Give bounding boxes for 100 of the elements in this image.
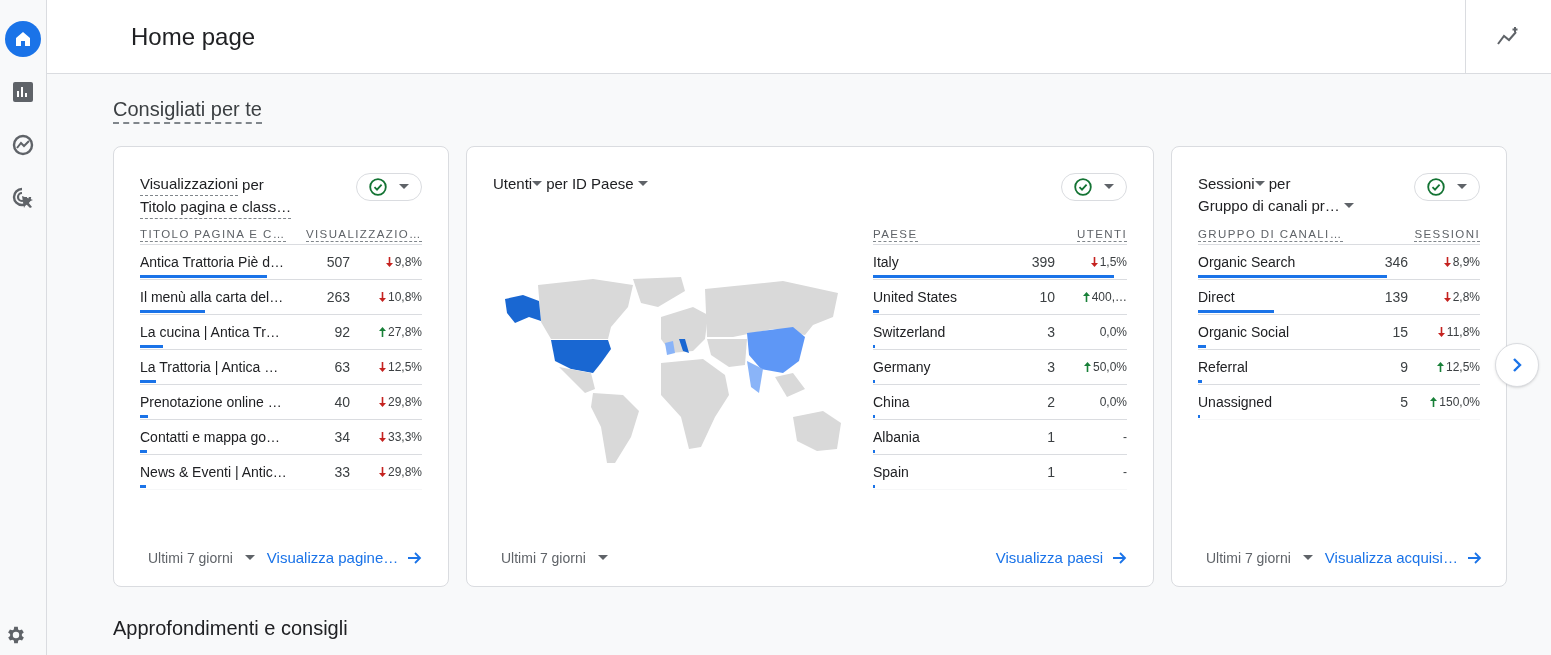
change-value: 8,9%	[1408, 254, 1480, 270]
column-header[interactable]: TITOLO PAGINA E C…	[140, 227, 286, 242]
change-value: 0,0%	[1098, 394, 1127, 410]
row-value: 63	[333, 359, 350, 375]
dimension-label[interactable]: ID Paese	[571, 173, 634, 195]
row-label: Organic Search	[1198, 254, 1297, 270]
row-label: Direct	[1198, 289, 1236, 305]
dropdown-caret-icon	[1302, 555, 1313, 561]
dropdown-caret-icon	[637, 181, 648, 187]
row-value: 346	[1383, 254, 1408, 270]
row-label: Organic Social	[1198, 324, 1291, 340]
date-range-dropdown[interactable]: Ultimi 7 giorni	[140, 547, 255, 569]
row-value: 15	[1391, 324, 1408, 340]
settings-icon	[5, 624, 27, 646]
row-label: Italy	[873, 254, 900, 270]
row-value: 5	[1399, 394, 1408, 410]
change-value: 50,0%	[1055, 359, 1127, 375]
change-value: 400,…	[1055, 289, 1127, 305]
dimension-label[interactable]: Gruppo di canali pr…	[1198, 195, 1340, 217]
row-label: United States	[873, 289, 959, 305]
row-label: Contatti e mappa go…	[140, 429, 282, 445]
row-value: 263	[325, 289, 350, 305]
date-range-dropdown[interactable]: Ultimi 7 giorni	[493, 547, 608, 569]
row-value: 10	[1038, 289, 1055, 305]
arrow-up-icon	[1083, 362, 1091, 372]
home-icon	[15, 31, 31, 47]
change-value: -	[1122, 464, 1127, 480]
change-value: 9,8%	[350, 254, 422, 270]
arrow-down-icon	[1443, 257, 1451, 267]
title-text: per	[1268, 174, 1291, 194]
column-header[interactable]: GRUPPO DI CANALI…	[1198, 227, 1343, 242]
arrow-down-icon	[385, 257, 393, 267]
change-value: 1,5%	[1055, 254, 1127, 270]
row-value: 9	[1399, 359, 1408, 375]
row-label: Albania	[873, 429, 921, 445]
row-label: China	[873, 394, 911, 410]
row-value: 507	[325, 254, 350, 270]
change-value: 12,5%	[1408, 359, 1480, 375]
row-label: Spain	[873, 464, 910, 480]
cursor-target-icon	[11, 186, 35, 210]
view-more-link[interactable]: Visualizza acquisi…	[1324, 546, 1482, 570]
arrow-right-icon	[408, 552, 423, 564]
dropdown-caret-icon	[532, 181, 543, 187]
change-value: 10,8%	[350, 289, 422, 305]
column-header[interactable]: UTENTI	[1077, 227, 1127, 242]
check-circle-icon	[1427, 178, 1445, 196]
arrow-up-icon	[1082, 292, 1090, 302]
row-label: Germany	[873, 359, 932, 375]
nav-item[interactable]	[5, 21, 41, 57]
row-value: 40	[333, 394, 350, 410]
metric-label[interactable]: Utenti	[493, 173, 533, 195]
change-value: 12,5%	[350, 359, 422, 375]
row-value: 34	[333, 429, 350, 445]
trend-circle-icon	[12, 134, 34, 156]
row-label: Switzerland	[873, 324, 947, 340]
metric-label: Visualizzazioni	[140, 173, 239, 196]
arrow-down-icon	[378, 397, 386, 407]
row-label: Il menù alla carta del…	[140, 289, 285, 305]
dropdown-caret-icon	[1457, 184, 1467, 190]
arrow-down-icon	[378, 432, 386, 442]
arrow-down-icon	[1443, 292, 1451, 302]
dropdown-caret-icon	[244, 555, 255, 561]
change-value: 2,8%	[1408, 289, 1480, 305]
check-circle-icon	[1074, 178, 1092, 196]
row-label: Unassigned	[1198, 394, 1273, 410]
column-header[interactable]: VISUALIZZAZIO…	[305, 227, 422, 242]
view-more-link[interactable]: Visualizza pagine…	[266, 546, 423, 570]
row-value: 399	[1030, 254, 1055, 270]
chevron-right-icon	[1512, 357, 1522, 373]
view-more-link[interactable]: Visualizza paesi	[995, 546, 1127, 570]
row-label: Prenotazione online …	[140, 394, 283, 410]
arrow-down-icon	[378, 292, 386, 302]
arrow-right-icon	[1467, 552, 1482, 564]
change-value: 0,0%	[1098, 324, 1127, 340]
arrow-down-icon	[378, 467, 386, 477]
metric-label[interactable]: Sessioni	[1198, 173, 1255, 195]
arrow-up-icon	[378, 327, 386, 337]
date-range-dropdown[interactable]: Ultimi 7 giorni	[1198, 547, 1313, 569]
dimension-label: Titolo pagina e class…	[140, 196, 292, 219]
title-text: per	[242, 174, 264, 195]
row-value: 1	[1046, 429, 1055, 445]
arrow-down-icon	[1090, 257, 1098, 267]
arrow-down-icon	[1437, 327, 1445, 337]
row-label: Antica Trattoria Piè d…	[140, 254, 285, 270]
dropdown-caret-icon	[597, 555, 608, 561]
page-title: Home page	[131, 21, 257, 52]
change-value: 29,8%	[350, 394, 422, 410]
dropdown-caret-icon	[1343, 203, 1354, 209]
change-value: -	[1122, 429, 1127, 445]
row-label: La cucina | Antica Tr…	[140, 324, 281, 340]
row-value: 1	[1046, 464, 1055, 480]
row-value: 2	[1046, 394, 1055, 410]
row-value: 3	[1046, 324, 1055, 340]
row-value: 92	[333, 324, 350, 340]
arrow-down-icon	[378, 362, 386, 372]
column-header[interactable]: PAESE	[873, 227, 918, 242]
change-value: 150,0%	[1408, 394, 1480, 410]
section-heading: Approfondimenti e consigli	[113, 617, 348, 639]
arrow-up-icon	[1430, 397, 1438, 407]
column-header[interactable]: SESSIONI	[1414, 227, 1480, 242]
